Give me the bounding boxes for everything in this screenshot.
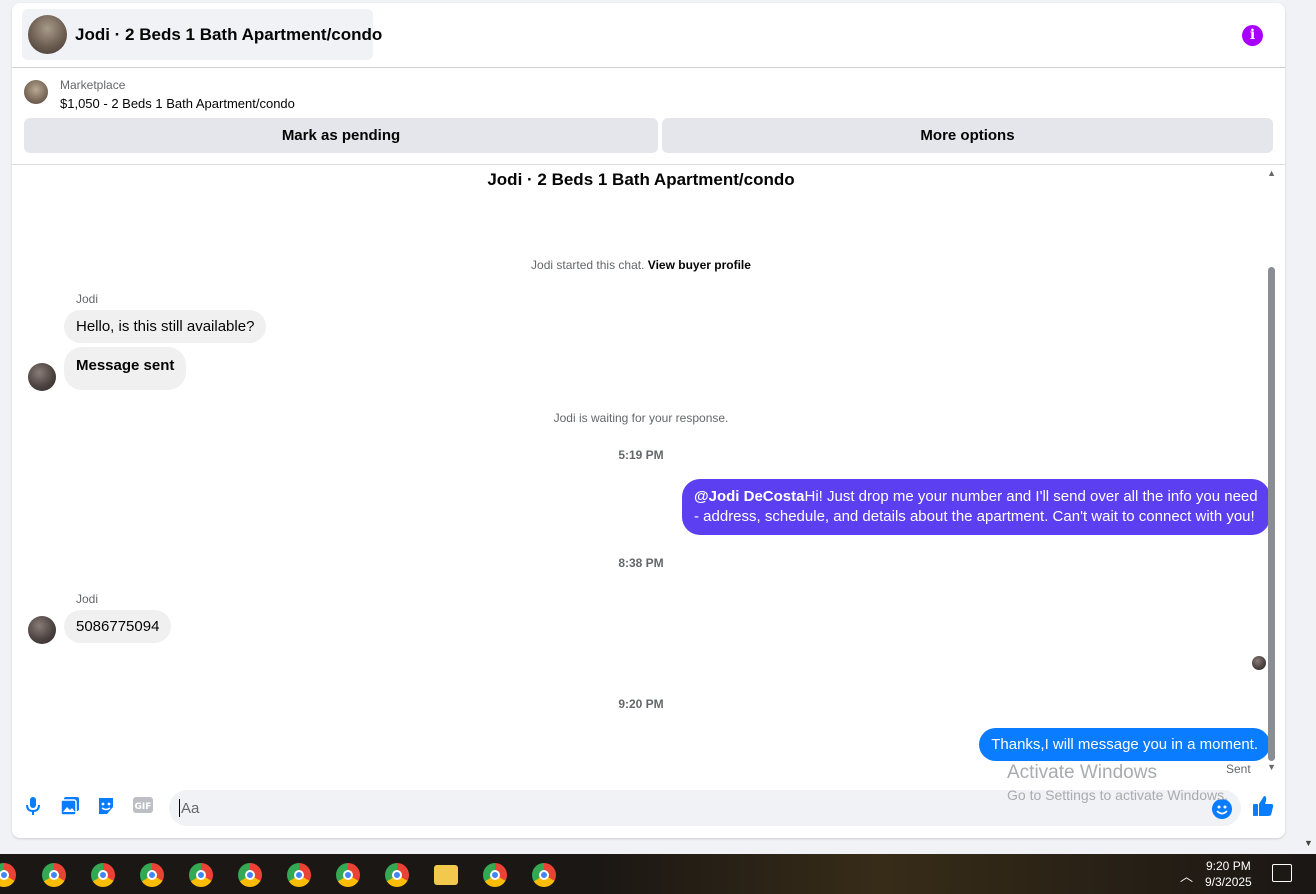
sender-name: Jodi — [76, 292, 99, 306]
listing-source: Marketplace — [60, 78, 126, 92]
message-sent-card[interactable]: Message sent — [64, 347, 187, 390]
scroll-down-arrow[interactable]: ▼ — [1267, 762, 1276, 772]
timestamp: 5:19 PM — [618, 448, 664, 462]
waiting-notice: Jodi is waiting for your response. — [553, 411, 729, 425]
chat-panel: Jodi · 2 Beds 1 Bath Apartment/condo i M… — [12, 3, 1285, 838]
mention[interactable]: @Jodi DeCosta — [694, 488, 804, 505]
sent-status: Sent — [1226, 762, 1251, 776]
thread-title: Jodi · 2 Beds 1 Bath Apartment/condo — [487, 170, 795, 189]
sticker-icon[interactable] — [95, 797, 117, 819]
view-buyer-profile-link[interactable]: View buyer profile — [648, 258, 751, 272]
gif-label: GIF — [135, 802, 152, 812]
chat-title: Jodi · 2 Beds 1 Bath Apartment/condo — [75, 25, 383, 44]
mark-as-pending-button[interactable]: Mark as pending — [24, 118, 658, 153]
timestamp: 9:20 PM — [618, 697, 664, 711]
tray-chevron-up-icon[interactable]: ︿ — [1180, 866, 1193, 885]
chrome-icon[interactable] — [189, 863, 213, 887]
clock-time: 9:20 PM — [1206, 859, 1251, 873]
microphone-icon[interactable] — [22, 797, 44, 819]
scrollbar-thumb[interactable] — [1268, 267, 1275, 761]
activate-windows-subtitle: Go to Settings to activate Windows. — [1007, 787, 1228, 803]
page-scroll-down-arrow[interactable]: ▼ — [1304, 838, 1313, 848]
activate-windows-title: Activate Windows — [1007, 762, 1157, 783]
chrome-icon[interactable] — [0, 863, 16, 887]
like-icon[interactable] — [1252, 795, 1274, 823]
photo-icon[interactable] — [59, 797, 81, 819]
chrome-icon[interactable] — [238, 863, 262, 887]
listing-thumbnail[interactable] — [24, 80, 48, 104]
taskbar-wallpaper — [600, 854, 1300, 894]
chat-title-button[interactable]: Jodi · 2 Beds 1 Bath Apartment/condo — [22, 9, 382, 60]
windows-taskbar: ︿ 9:20 PM 9/3/2025 — [0, 854, 1316, 894]
scroll-up-arrow[interactable]: ▲ — [1267, 168, 1276, 178]
chrome-icon[interactable] — [140, 863, 164, 887]
jodi-avatar[interactable] — [28, 616, 56, 644]
sender-name: Jodi — [76, 592, 99, 606]
chrome-icon[interactable] — [91, 863, 115, 887]
chat-started-notice: Jodi started this chat. View buyer profi… — [12, 258, 1270, 272]
more-options-button[interactable]: More options — [662, 118, 1273, 153]
chrome-icon[interactable] — [532, 863, 556, 887]
outgoing-message[interactable]: @Jodi DeCostaHi! Just drop me your numbe… — [682, 479, 1270, 535]
message-thread: Jodi · 2 Beds 1 Bath Apartment/condo Jod… — [12, 165, 1270, 785]
listing-strip: Marketplace $1,050 - 2 Beds 1 Bath Apart… — [12, 68, 1285, 165]
incoming-message[interactable]: 5086775094 — [64, 610, 172, 643]
jodi-avatar[interactable] — [28, 363, 56, 391]
chrome-icon[interactable] — [287, 863, 311, 887]
input-placeholder: Aa — [181, 800, 200, 817]
gif-icon[interactable]: GIF — [132, 797, 154, 819]
chrome-icon[interactable] — [483, 863, 507, 887]
taskbar-clock[interactable]: 9:20 PM 9/3/2025 — [1205, 858, 1252, 890]
chrome-icon[interactable] — [336, 863, 360, 887]
info-icon[interactable]: i — [1242, 25, 1263, 46]
listing-name[interactable]: $1,050 - 2 Beds 1 Bath Apartment/condo — [60, 96, 295, 111]
seen-indicator-avatar — [1252, 656, 1266, 670]
chat-started-text: Jodi started this chat. — [531, 258, 645, 272]
incoming-message[interactable]: Hello, is this still available? — [64, 310, 267, 343]
file-explorer-icon[interactable] — [434, 865, 458, 885]
timestamp: 8:38 PM — [618, 556, 664, 570]
chrome-icon[interactable] — [42, 863, 66, 887]
chat-header: Jodi · 2 Beds 1 Bath Apartment/condo i — [12, 3, 1285, 68]
clock-date: 9/3/2025 — [1205, 875, 1252, 889]
text-caret — [179, 799, 180, 817]
outgoing-message[interactable]: Thanks,I will message you in a moment. — [979, 728, 1270, 761]
chrome-icon[interactable] — [385, 863, 409, 887]
notification-icon[interactable] — [1272, 864, 1292, 882]
chat-avatar — [28, 15, 67, 54]
